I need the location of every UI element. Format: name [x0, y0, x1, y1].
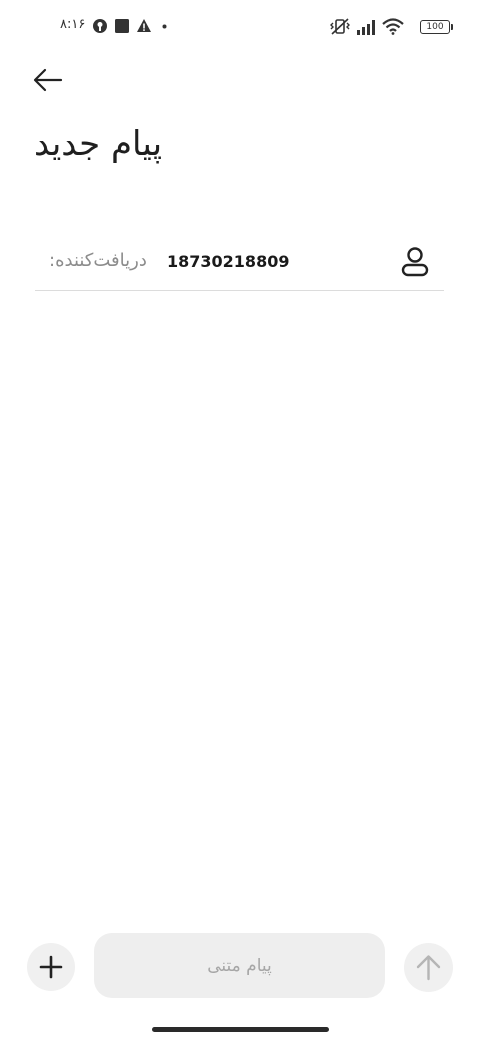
back-button[interactable] — [28, 60, 68, 100]
vibrate-off-icon — [330, 18, 350, 36]
warning-icon — [136, 18, 152, 34]
recipient-chip[interactable]: 18730218809 — [167, 252, 289, 271]
page-title: پیام جدید — [34, 124, 163, 164]
message-input[interactable] — [94, 933, 385, 998]
wifi-icon — [382, 18, 404, 35]
add-attachment-button[interactable] — [27, 943, 75, 991]
home-indicator[interactable] — [152, 1027, 329, 1032]
battery-indicator: 100 — [420, 20, 453, 34]
recipient-label: دریافت‌کننده: — [49, 250, 147, 271]
contact-picker-button[interactable] — [400, 246, 430, 278]
signal-icon — [356, 19, 378, 35]
person-icon — [400, 246, 430, 278]
recipient-field[interactable]: دریافت‌کننده: 18730218809 — [35, 230, 444, 291]
status-bar: ۸:۱۶ 100 — [0, 0, 480, 54]
dot-icon — [162, 24, 167, 29]
arrow-left-icon — [28, 60, 68, 100]
status-right-icons: 100 — [330, 17, 453, 37]
send-button[interactable] — [404, 943, 453, 992]
vpn-key-icon — [92, 18, 108, 34]
status-time: ۸:۱۶ — [60, 17, 86, 32]
plus-icon — [27, 943, 75, 991]
stop-square-icon — [114, 18, 130, 34]
arrow-up-icon — [404, 943, 453, 992]
